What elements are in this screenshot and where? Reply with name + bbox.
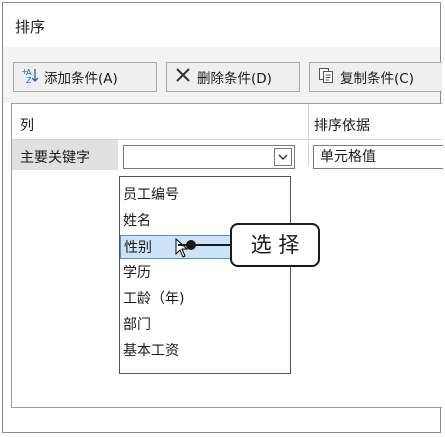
- primary-key-label: 主要关键字: [20, 150, 90, 166]
- chevron-down-icon[interactable]: [274, 148, 292, 166]
- copy-icon: [316, 67, 336, 87]
- callout-dot: [186, 240, 196, 250]
- add-sort-icon: + A Z: [20, 66, 40, 88]
- dialog-title: 排序: [15, 18, 46, 36]
- select-callout: 选 择: [230, 223, 320, 267]
- add-condition-button[interactable]: + A Z 添加条件(A): [13, 62, 157, 92]
- dropdown-option[interactable]: 员工编号: [120, 183, 290, 207]
- copy-condition-button[interactable]: 复制条件(C): [309, 62, 442, 92]
- delete-x-icon: [173, 67, 193, 87]
- toolbar: + A Z 添加条件(A) 删除条件(D) 复制条件(C): [3, 47, 442, 103]
- dropdown-option[interactable]: 部门: [120, 313, 290, 337]
- sort-on-select[interactable]: 单元格值: [313, 145, 443, 169]
- sort-on-header: 排序依据: [314, 118, 370, 134]
- add-condition-label: 添加条件(A): [44, 71, 118, 87]
- column-header: 列: [20, 118, 34, 134]
- delete-condition-label: 删除条件(D): [197, 71, 272, 87]
- copy-condition-label: 复制条件(C): [340, 71, 414, 87]
- dropdown-option[interactable]: 基本工资: [120, 339, 290, 363]
- dropdown-option[interactable]: 工龄（年): [120, 287, 290, 311]
- title-bar: 排序: [3, 3, 440, 48]
- svg-text:Z: Z: [26, 76, 32, 84]
- column-divider: [308, 104, 309, 166]
- column-select[interactable]: [123, 145, 295, 169]
- delete-condition-button[interactable]: 删除条件(D): [166, 62, 300, 92]
- column-dropdown-list: 员工编号 姓名 性别 学历 工龄（年) 部门 基本工资: [119, 176, 291, 374]
